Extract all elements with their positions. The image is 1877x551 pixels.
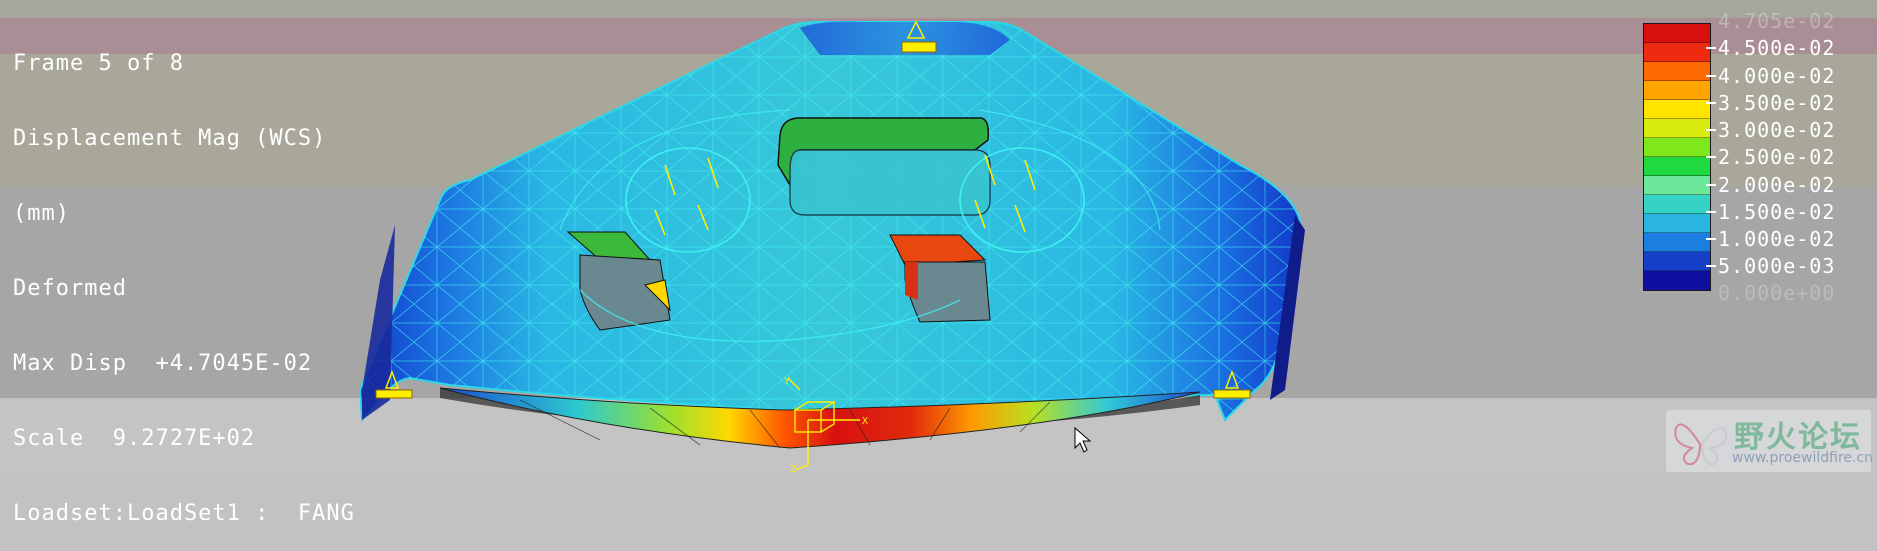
legend-swatch: [1644, 119, 1710, 138]
deformation-scale: Scale 9.2727E+02: [13, 426, 256, 451]
legend-label: 1.500e-02: [1706, 201, 1835, 223]
legend-swatch: [1644, 195, 1710, 214]
legend-swatch: [1644, 100, 1710, 119]
watermark-url: www.proewildfire.cn: [1732, 450, 1874, 466]
mouse-cursor-icon: [1074, 426, 1092, 453]
svg-text:X: X: [862, 416, 868, 427]
display-mode: Deformed: [13, 276, 127, 301]
butterfly-icon: [1674, 423, 1728, 466]
legend-label: 4.705e-02: [1718, 9, 1836, 33]
legend-label: 1.000e-02: [1706, 228, 1835, 250]
legend-swatch: [1644, 24, 1710, 43]
legend-label: 5.000e-03: [1706, 255, 1835, 277]
legend-swatch: [1644, 271, 1710, 290]
legend-label: 3.000e-02: [1706, 119, 1835, 141]
legend-swatch: [1644, 81, 1710, 100]
svg-text:Y: Y: [784, 376, 790, 387]
legend-color-bar: [1643, 23, 1711, 291]
legend-label: 3.500e-02: [1706, 92, 1835, 114]
legend-label: 4.000e-02: [1706, 65, 1835, 87]
legend-swatch: [1644, 176, 1710, 195]
frame-indicator: Frame 5 of 8: [13, 51, 184, 76]
loadset-label: Loadset:LoadSet1 : FANG: [13, 501, 355, 526]
legend-label: 4.500e-02: [1706, 37, 1835, 59]
legend-label: 2.000e-02: [1706, 174, 1835, 196]
legend-swatch: [1644, 62, 1710, 81]
result-units: (mm): [13, 201, 70, 226]
legend-swatch: [1644, 214, 1710, 233]
legend-swatch: [1644, 43, 1710, 62]
legend-label: 0.000e+00: [1718, 281, 1836, 305]
result-quantity: Displacement Mag (WCS): [13, 126, 327, 151]
legend-swatch: [1644, 233, 1710, 252]
watermark-logo: 野火论坛 www.proewildfire.cn: [1666, 410, 1874, 472]
result-info-panel: Frame 5 of 8 Displacement Mag (WCS) (mm)…: [13, 1, 355, 551]
legend-swatch: [1644, 252, 1710, 271]
max-displacement: Max Disp +4.7045E-02: [13, 351, 313, 376]
legend-swatch: [1644, 157, 1710, 176]
legend-label: 2.500e-02: [1706, 146, 1835, 168]
svg-text:Z: Z: [790, 464, 796, 475]
legend-swatch: [1644, 138, 1710, 157]
